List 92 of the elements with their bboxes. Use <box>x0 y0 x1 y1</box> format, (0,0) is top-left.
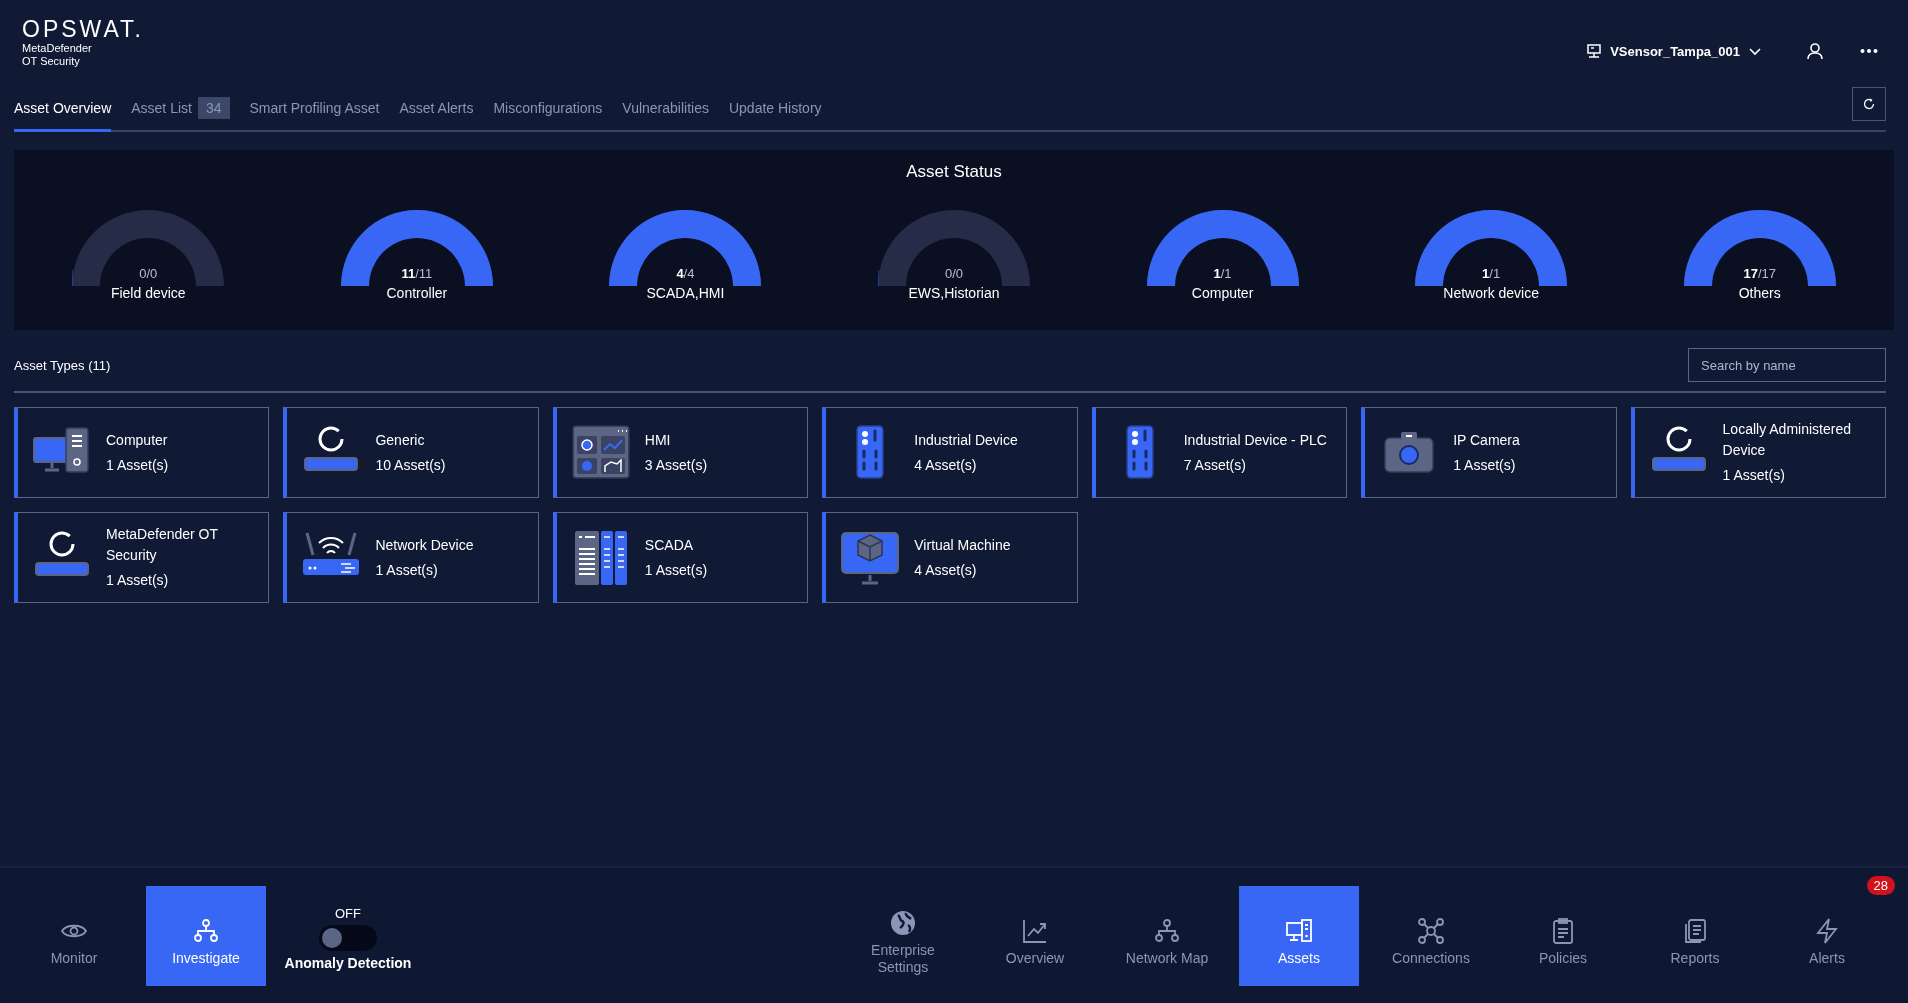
gauge-value: 1/1 <box>1212 266 1233 281</box>
nav-button[interactable]: Assets <box>1239 885 1359 986</box>
refresh-icon <box>1863 98 1875 110</box>
asset-type-name: Virtual Machine <box>914 535 1011 555</box>
nav-button[interactable]: Investigate <box>146 885 266 986</box>
asset-type-name: HMI <box>644 430 672 450</box>
devices-icon <box>1286 918 1312 944</box>
asset-type-name: Industrial Device - PLC <box>1183 430 1327 450</box>
asset-type-name: IP Camera <box>1453 430 1520 450</box>
tab[interactable]: Asset Alerts <box>399 86 474 132</box>
asset-type-name: SCADA <box>644 535 695 555</box>
asset-type-name: MetaDefender OT Security <box>106 525 219 565</box>
asset-type-card[interactable]: Industrial Device 4 Asset(s) <box>822 407 1078 498</box>
asset-type-card[interactable]: Network Device 1 Asset(s) <box>283 512 539 603</box>
section-title: Asset Types (11) <box>14 357 111 373</box>
user-button[interactable] <box>1806 42 1824 60</box>
asset-count: 1 Asset(s) <box>106 571 170 590</box>
gauge-label: Computer <box>1191 285 1254 301</box>
asset-type-card[interactable]: HMI 3 Asset(s) <box>552 407 809 498</box>
product-name: OT Security <box>22 55 81 68</box>
more-icon <box>1860 48 1878 54</box>
asset-type-card[interactable]: IP Camera 1 Asset(s) <box>1361 407 1617 498</box>
refresh-button[interactable] <box>1852 87 1886 121</box>
tab[interactable]: Smart Profiling Asset <box>249 86 380 132</box>
gauge-label: Network device <box>1443 285 1539 301</box>
tab[interactable]: Asset List 34 <box>131 86 230 132</box>
asset-type-card[interactable]: Virtual Machine 4 Asset(s) <box>822 512 1078 603</box>
asset-count: 7 Asset(s) <box>1183 455 1247 475</box>
gauge-value: 11/11 <box>400 266 434 281</box>
asset-count: 4 Asset(s) <box>914 560 978 580</box>
network-icon <box>1154 918 1180 944</box>
count-badge: 34 <box>197 96 230 119</box>
logo-text: OPSWAT. <box>22 16 144 42</box>
gauge-label: Field device <box>110 285 186 301</box>
gauge-label: Others <box>1738 285 1781 301</box>
gauge-label: SCADA,HMI <box>646 285 725 301</box>
line-chart-icon <box>1022 918 1048 944</box>
asset-type-name: Network Device <box>375 535 474 555</box>
globe-icon <box>890 909 916 936</box>
gauge-label: EWS,Historian <box>908 285 1000 301</box>
asset-type-name: Computer <box>106 430 169 450</box>
product-name: MetaDefender <box>22 42 93 55</box>
toggle-state-label: OFF <box>335 906 361 921</box>
asset-type-name: Generic <box>375 430 426 450</box>
toggle-switch[interactable] <box>319 925 377 951</box>
asset-count: 10 Asset(s) <box>375 455 446 475</box>
clipboard-icon <box>1550 918 1576 944</box>
network-icon <box>193 918 219 944</box>
search-field[interactable]: Search by name <box>1688 348 1886 382</box>
tab[interactable]: Vulnerabilities <box>622 86 709 132</box>
nav-button[interactable]: Network Map <box>1107 885 1227 986</box>
asset-type-card[interactable]: Industrial Device - PLC 7 Asset(s) <box>1091 407 1348 498</box>
asset-type-card[interactable]: Generic 10 Asset(s) <box>283 407 539 498</box>
tab[interactable]: Update History <box>728 86 822 132</box>
lightning-icon <box>1814 918 1840 944</box>
gauge-value: 1/1 <box>1481 266 1502 281</box>
dashboard-icon <box>570 423 631 482</box>
asset-type-card[interactable]: Locally Administered Device 1 Asset(s) <box>1630 407 1886 498</box>
asset-count: 1 Asset(s) <box>1453 455 1517 475</box>
documents-icon <box>1682 918 1708 944</box>
toggle-label: Anomaly Detection <box>284 955 412 971</box>
asset-type-card[interactable]: SCADA 1 Asset(s) <box>552 512 809 603</box>
tab[interactable]: Asset Overview <box>14 86 112 132</box>
asset-type-name: Locally Administered Device <box>1722 420 1852 460</box>
asset-count: 1 Asset(s) <box>644 560 708 580</box>
gauge-value: 17/17 <box>1742 266 1777 281</box>
nav-button[interactable]: Enterprise Settings <box>843 885 963 986</box>
more-button[interactable] <box>1860 48 1878 54</box>
panel-title: Asset Status <box>905 161 1003 183</box>
nav-button[interactable]: Policies <box>1503 885 1623 986</box>
asset-count: 3 Asset(s) <box>644 455 708 475</box>
nav-button[interactable]: Overview <box>975 885 1095 986</box>
asset-count: 1 Asset(s) <box>1722 466 1786 485</box>
sensor-selector[interactable]: VSensor_Tampa_001 <box>1586 43 1762 59</box>
asset-count: 4 Asset(s) <box>914 455 978 475</box>
nav-button[interactable]: Reports <box>1635 885 1755 986</box>
gauge-value: 0/0 <box>943 266 965 281</box>
asset-count: 1 Asset(s) <box>106 455 169 475</box>
nav-button[interactable]: Connections <box>1371 885 1491 986</box>
gauge-value: 4/4 <box>675 266 696 281</box>
monitor-icon <box>1586 43 1603 59</box>
user-icon <box>1806 42 1824 60</box>
asset-type-card[interactable]: MetaDefender OT Security 1 Asset(s) <box>14 512 270 603</box>
nav-button[interactable]: Monitor <box>14 885 134 986</box>
alert-count-badge: 28 <box>1866 875 1895 895</box>
hub-icon <box>1418 918 1444 944</box>
tab[interactable]: Misconfigurations <box>493 86 603 132</box>
gauge-value: 0/0 <box>138 266 159 281</box>
asset-count: 1 Asset(s) <box>375 560 439 580</box>
gauge-label: Controller <box>386 285 448 301</box>
asset-type-name: Industrial Device <box>914 430 1018 450</box>
asset-type-card[interactable]: Computer 1 Asset(s) <box>14 407 270 498</box>
